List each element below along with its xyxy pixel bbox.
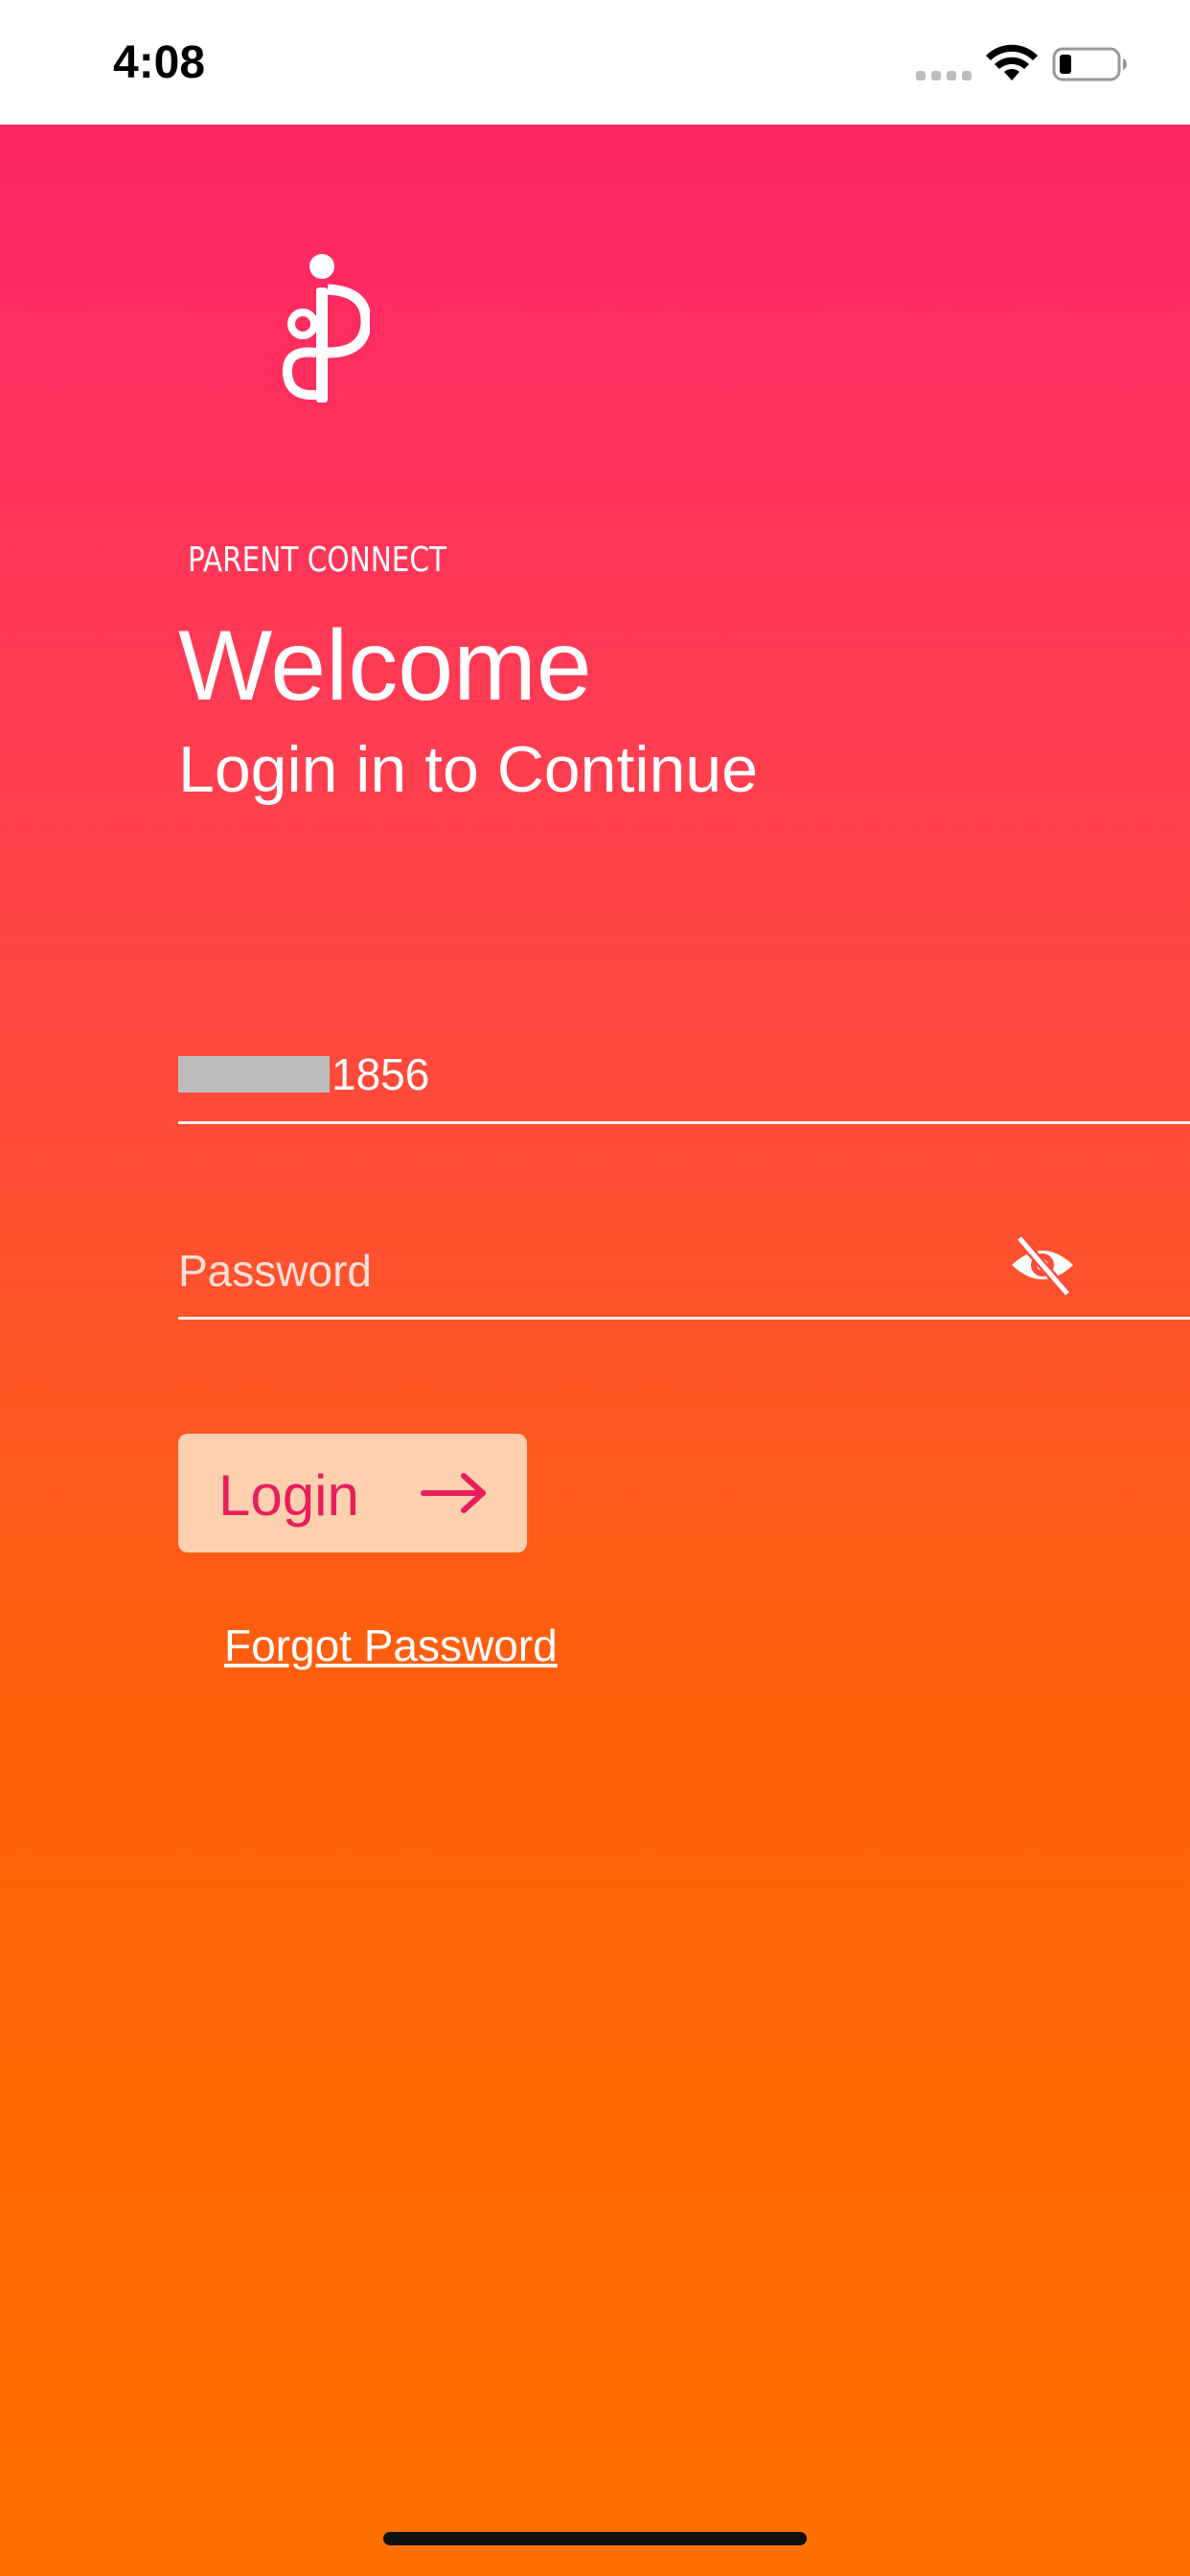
phone-number-value: 1856 [332,1049,430,1099]
login-screen: PARENT CONNECT Welcome Login in to Conti… [0,125,1190,2576]
status-bar: 4:08 [0,0,1190,125]
eye-off-icon[interactable] [1008,1230,1077,1300]
parent-connect-logo-icon [282,254,370,402]
home-indicator[interactable] [383,2532,807,2545]
wifi-icon [986,44,1038,80]
phone-number-field[interactable]: 1856 [178,1016,1190,1124]
forgot-password-link[interactable]: Forgot Password [224,1620,558,1671]
battery-icon [1052,47,1127,81]
status-time: 4:08 [113,37,206,88]
welcome-subtitle: Login in to Continue [178,733,758,806]
welcome-title: Welcome [178,610,592,722]
cellular-signal-icon [916,71,972,80]
password-field[interactable] [178,1242,945,1300]
logo-text: PARENT CONNECT [188,540,447,580]
arrow-right-icon [421,1473,486,1513]
login-button[interactable]: Login [178,1434,527,1552]
redacted-phone-prefix [178,1056,330,1092]
login-button-label: Login [218,1463,359,1528]
app-logo: PARENT CONNECT [188,253,456,580]
password-field-container [178,1208,1190,1320]
